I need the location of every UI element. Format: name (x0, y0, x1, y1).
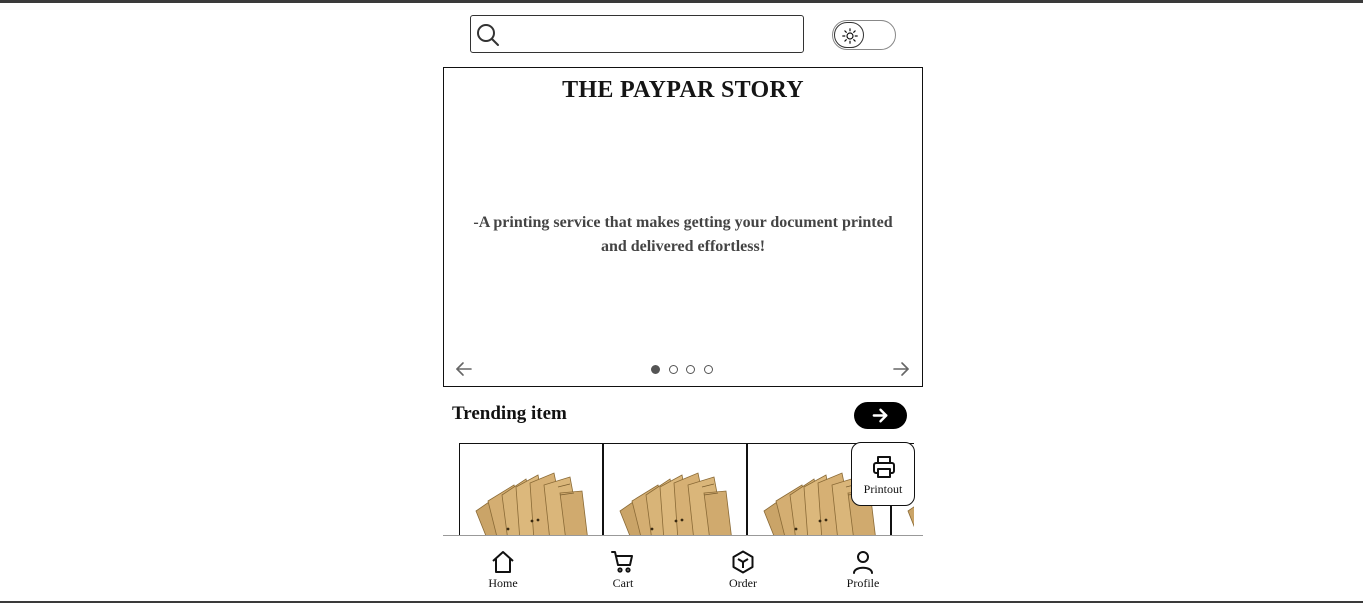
document-stack-image (619, 472, 732, 536)
nav-item-home[interactable]: Home (443, 536, 563, 600)
trending-title: Trending item (452, 403, 567, 424)
nav-label-home: Home (488, 576, 518, 590)
product-card[interactable] (603, 443, 747, 536)
search-bar[interactable] (470, 15, 804, 53)
sun-icon (842, 28, 858, 44)
home-icon (492, 551, 514, 573)
nav-item-cart[interactable]: Cart (563, 536, 683, 600)
user-icon (853, 551, 873, 574)
carousel-dot-1[interactable] (651, 365, 660, 374)
story-carousel: THE PAYPAR STORY -A printing service tha… (443, 67, 923, 387)
product-card[interactable] (459, 443, 603, 536)
arrow-right-icon[interactable] (892, 360, 910, 378)
arrow-right-icon (872, 408, 888, 423)
carousel-dot-3[interactable] (686, 365, 695, 374)
cart-icon (611, 551, 633, 573)
nav-label-profile: Profile (846, 576, 880, 590)
theme-toggle[interactable] (832, 20, 896, 50)
window-top-border (0, 0, 1363, 3)
nav-item-order[interactable]: Order (683, 536, 803, 600)
story-text: -A printing service that makes getting y… (473, 214, 893, 255)
story-title: THE PAYPAR STORY (562, 77, 804, 103)
theme-toggle-knob[interactable] (834, 22, 864, 48)
carousel-dot-2[interactable] (669, 365, 678, 374)
trending-see-all-button[interactable] (854, 402, 907, 429)
bottom-nav: Home Cart Order Profile (443, 535, 923, 601)
printout-button[interactable]: Printout (851, 442, 915, 506)
document-stack-image (475, 472, 588, 536)
search-input[interactable] (505, 20, 799, 50)
nav-label-order: Order (729, 576, 757, 590)
box-icon (732, 550, 754, 574)
nav-label-cart: Cart (612, 576, 634, 590)
carousel-dot-4[interactable] (704, 365, 713, 374)
arrow-left-icon[interactable] (455, 360, 473, 378)
printer-icon (873, 456, 895, 478)
nav-item-profile[interactable]: Profile (803, 536, 923, 600)
trending-items-list (459, 443, 914, 536)
search-icon (477, 24, 499, 46)
printout-label: Printout (863, 482, 903, 496)
